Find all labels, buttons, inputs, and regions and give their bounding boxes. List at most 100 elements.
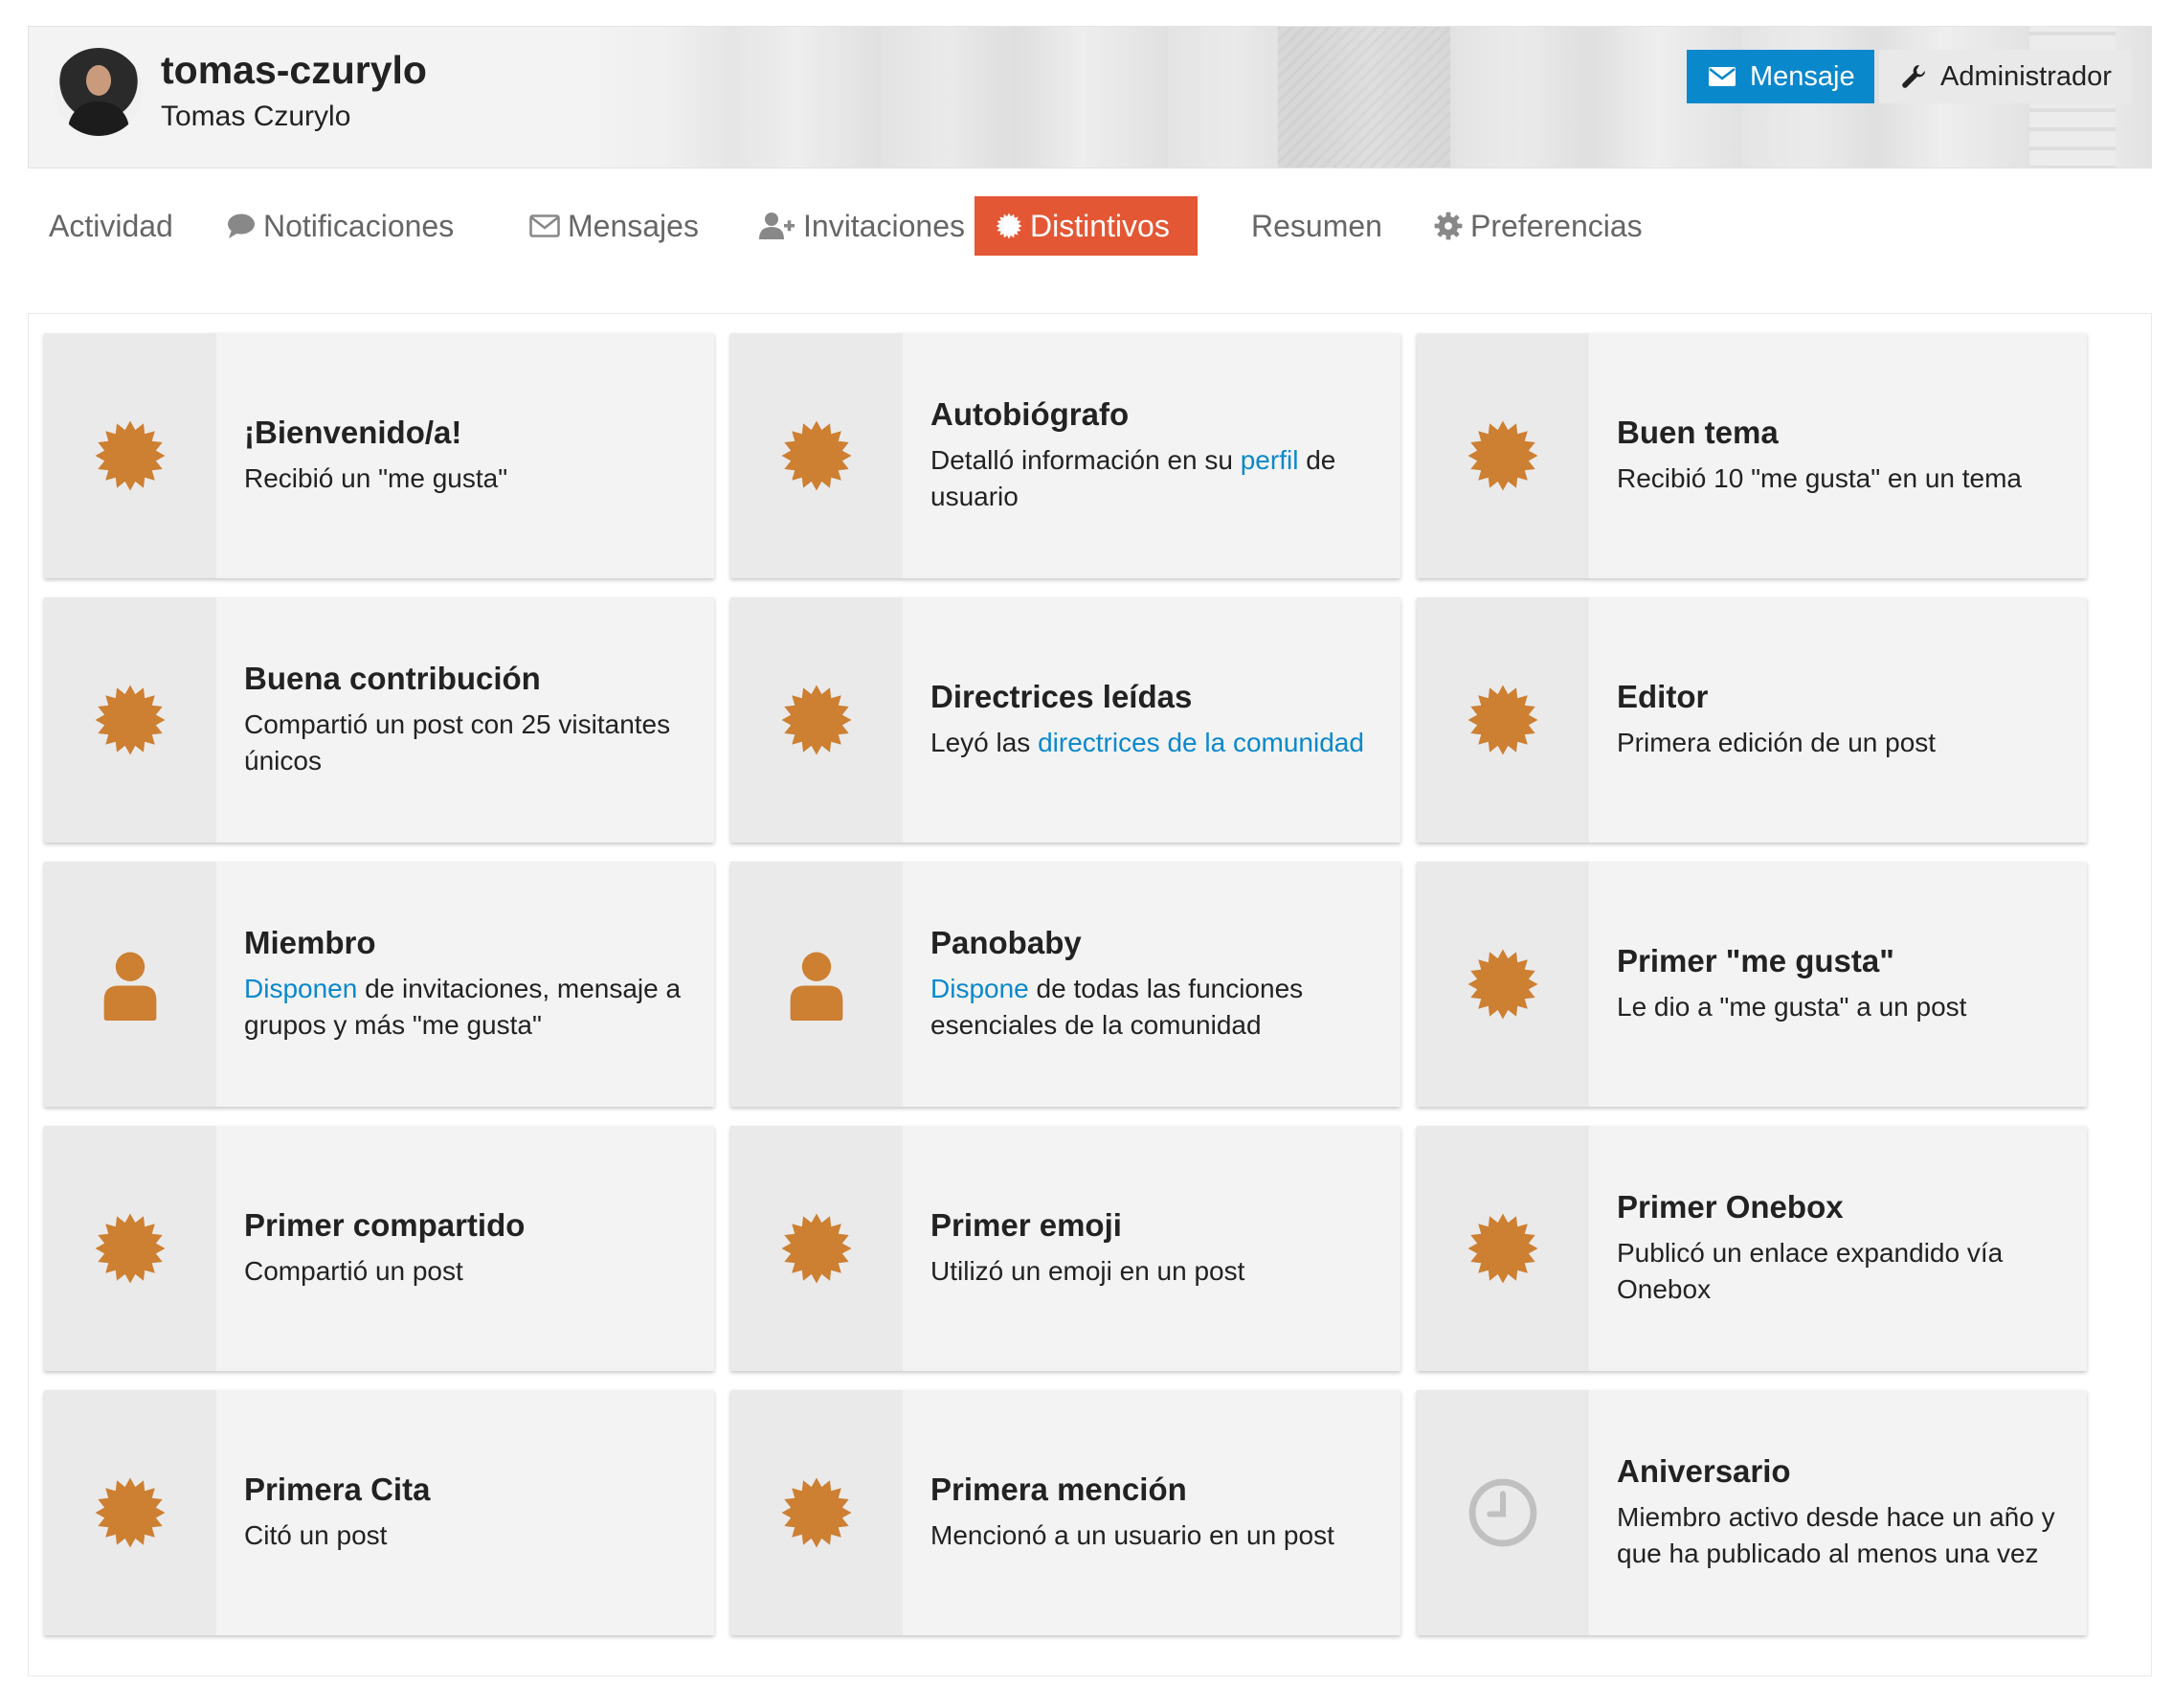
badge-icon-column — [730, 597, 903, 843]
badge-description: Mencionó a un usuario en un post — [930, 1520, 1334, 1550]
tab-activity[interactable]: Actividad — [28, 196, 194, 256]
user-nav: Actividad Notificaciones Mensajes Invita… — [28, 196, 2134, 256]
clock-icon — [1468, 1478, 1537, 1547]
badge-title[interactable]: Panobaby — [930, 925, 1380, 961]
badge-icon-column — [730, 862, 903, 1107]
badge-description-link[interactable]: Dispone — [930, 974, 1029, 1003]
badge-title[interactable]: Aniversario — [1617, 1453, 2067, 1490]
badge-title[interactable]: Primer compartido — [244, 1207, 694, 1244]
avatar[interactable] — [55, 48, 143, 136]
tab-badges[interactable]: Distintivos — [974, 196, 1198, 256]
certificate-icon — [95, 1477, 166, 1548]
badge-title[interactable]: Primera mención — [930, 1472, 1380, 1508]
badge-title[interactable]: Miembro — [244, 925, 694, 961]
admin-button-label: Administrador — [1940, 60, 2112, 92]
user-header: tomas-czurylo Tomas Czurylo Mensaje Admi… — [28, 26, 2152, 169]
tab-summary[interactable]: Resumen — [1230, 196, 1403, 256]
badge-icon-column — [44, 1126, 216, 1371]
badge-description: Citó un post — [244, 1520, 388, 1550]
badge-title[interactable]: Primer Onebox — [1617, 1189, 2067, 1225]
badge-description: Compartió un post — [244, 1256, 463, 1286]
badge-description: Primera edición de un post — [1617, 728, 1937, 757]
badge-icon-column — [1417, 862, 1589, 1107]
badge-card[interactable]: Miembro Disponen de invitaciones, mensaj… — [44, 862, 714, 1107]
badge-description: Dispone de todas las funciones esenciale… — [930, 974, 1304, 1040]
badge-card[interactable]: Primer Onebox Publicó un enlace expandid… — [1417, 1126, 2087, 1371]
badge-card[interactable]: Primera Cita Citó un post — [44, 1390, 714, 1635]
badge-title[interactable]: Buena contribución — [244, 661, 694, 697]
badge-icon-column — [730, 333, 903, 578]
badge-description: Leyó las directrices de la comunidad — [930, 728, 1364, 757]
badge-card[interactable]: Directrices leídas Leyó las directrices … — [730, 597, 1400, 843]
badge-card[interactable]: Panobaby Dispone de todas las funciones … — [730, 862, 1400, 1107]
badge-card[interactable]: Editor Primera edición de un post — [1417, 597, 2087, 843]
badge-description-link[interactable]: Disponen — [244, 974, 357, 1003]
badge-title[interactable]: Primer "me gusta" — [1617, 943, 2067, 979]
tab-notifications[interactable]: Notificaciones — [206, 196, 475, 256]
badge-description: Le dio a "me gusta" a un post — [1617, 992, 1967, 1022]
badge-card[interactable]: Buena contribución Compartió un post con… — [44, 597, 714, 843]
wrench-icon — [1902, 64, 1926, 88]
certificate-icon — [1467, 1213, 1538, 1284]
badge-title[interactable]: Primera Cita — [244, 1472, 694, 1508]
tab-preferences[interactable]: Preferencias — [1413, 196, 1664, 256]
badge-icon-column — [730, 1126, 903, 1371]
badge-title[interactable]: Autobiógrafo — [930, 396, 1380, 433]
badge-icon-column — [44, 597, 216, 843]
certificate-icon — [781, 1213, 852, 1284]
full-name: Tomas Czurylo — [161, 101, 351, 132]
badge-card[interactable]: Primer compartido Compartió un post — [44, 1126, 714, 1371]
badge-title[interactable]: Directrices leídas — [930, 679, 1380, 715]
certificate-icon — [95, 1213, 166, 1284]
badge-title[interactable]: Editor — [1617, 679, 2067, 715]
badge-description: Disponen de invitaciones, mensaje a grup… — [244, 974, 682, 1040]
badge-icon-column — [44, 333, 216, 578]
certificate-icon — [781, 685, 852, 755]
badge-card[interactable]: ¡Bienvenido/a! Recibió un "me gusta" — [44, 333, 714, 578]
certificate-icon — [95, 685, 166, 755]
badge-icon-column — [1417, 1390, 1589, 1635]
username: tomas-czurylo — [161, 48, 427, 92]
badge-icon — [996, 213, 1022, 239]
badge-title[interactable]: ¡Bienvenido/a! — [244, 415, 694, 451]
badge-description: Miembro activo desde hace un año y que h… — [1617, 1502, 2055, 1568]
envelope-outline-icon — [529, 214, 560, 237]
certificate-icon — [1467, 949, 1538, 1020]
badge-card[interactable]: Primer "me gusta" Le dio a "me gusta" a … — [1417, 862, 2087, 1107]
user-icon — [103, 952, 157, 1021]
certificate-icon — [95, 420, 166, 491]
badge-icon-column — [730, 1390, 903, 1635]
certificate-icon — [781, 420, 852, 491]
message-button-label: Mensaje — [1750, 60, 1855, 92]
badge-icon-column — [44, 862, 216, 1107]
certificate-icon — [781, 1477, 852, 1548]
badge-icon-column — [1417, 1126, 1589, 1371]
user-plus-icon — [759, 213, 795, 239]
admin-button[interactable]: Administrador — [1879, 50, 2131, 103]
badge-description: Compartió un post con 25 visitantes únic… — [244, 709, 671, 775]
badge-icon-column — [1417, 333, 1589, 578]
certificate-icon — [1467, 685, 1538, 755]
badge-description-link[interactable]: perfil — [1241, 445, 1299, 475]
message-button[interactable]: Mensaje — [1687, 50, 1874, 103]
badge-description: Recibió 10 "me gusta" en un tema — [1617, 463, 2023, 493]
badge-icon-column — [44, 1390, 216, 1635]
badge-card[interactable]: Primer emoji Utilizó un emoji en un post — [730, 1126, 1400, 1371]
badge-card[interactable]: Buen tema Recibió 10 "me gusta" en un te… — [1417, 333, 2087, 578]
badge-description-link[interactable]: directrices de la comunidad — [1038, 728, 1364, 757]
badge-description: Recibió un "me gusta" — [244, 463, 508, 493]
badge-card[interactable]: Aniversario Miembro activo desde hace un… — [1417, 1390, 2087, 1635]
badge-card[interactable]: Primera mención Mencionó a un usuario en… — [730, 1390, 1400, 1635]
badge-description: Publicó un enlace expandido vía Onebox — [1617, 1238, 2004, 1304]
certificate-icon — [1467, 420, 1538, 491]
tab-messages[interactable]: Mensajes — [508, 196, 720, 256]
badge-description: Detalló información en su perfil de usua… — [930, 445, 1336, 511]
tab-invitations[interactable]: Invitaciones — [738, 196, 986, 256]
badge-card[interactable]: Autobiógrafo Detalló información en su p… — [730, 333, 1400, 578]
comment-icon — [228, 214, 255, 238]
badge-icon-column — [1417, 597, 1589, 843]
envelope-icon — [1709, 67, 1736, 86]
badge-title[interactable]: Primer emoji — [930, 1207, 1380, 1244]
badge-title[interactable]: Buen tema — [1617, 415, 2067, 451]
gear-icon — [1434, 212, 1463, 240]
